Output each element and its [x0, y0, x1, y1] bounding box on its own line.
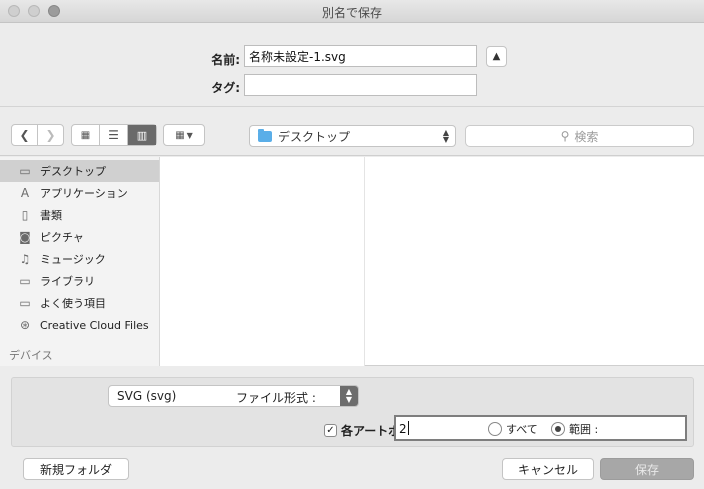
expand-dialog-button[interactable]: ▲ — [486, 46, 507, 67]
sidebar-item-documents[interactable]: ▯ 書類 — [0, 204, 159, 226]
camera-icon: ◙ — [19, 230, 31, 244]
search-placeholder: 検索 — [574, 129, 599, 144]
icon-view-button[interactable]: ▦ — [72, 125, 100, 145]
tags-input[interactable] — [244, 74, 477, 96]
location-label: デスクトップ — [278, 129, 351, 144]
new-folder-button[interactable]: 新規フォルダ — [23, 458, 129, 480]
list-view-button[interactable]: ☰ — [100, 125, 128, 145]
desktop-icon: ▭ — [19, 164, 31, 178]
cancel-button[interactable]: キャンセル — [502, 458, 594, 480]
file-format-popup[interactable]: SVG (svg) ファイル形式 : ▲ ▼ — [108, 385, 359, 407]
folder-icon — [258, 128, 272, 142]
sidebar: ▭ デスクトップ A アプリケーション ▯ 書類 ◙ ピクチャ ♫ ミュージック… — [0, 157, 160, 366]
updown-arrows-icon: ▲ ▼ — [340, 386, 358, 406]
file-format-label: ファイル形式 : — [236, 391, 316, 405]
sidebar-item-creative-cloud[interactable]: ⊛ Creative Cloud Files — [0, 314, 159, 336]
applications-icon: A — [20, 186, 30, 200]
save-as-dialog: 別名で保存 名前: ▲ タグ: ❮ ❯ ▦ ☰ ▥ — [0, 0, 704, 489]
filename-input[interactable] — [244, 45, 477, 67]
sidebar-section-devices: デバイス — [9, 349, 53, 362]
folder-icon: ▭ — [19, 274, 31, 288]
sidebar-item-favorites[interactable]: ▭ よく使う項目 — [0, 292, 159, 314]
forward-button[interactable]: ❯ — [38, 125, 63, 145]
tags-label: タグ: — [211, 81, 240, 95]
sidebar-item-label: ピクチャ — [40, 231, 84, 244]
documents-icon: ▯ — [21, 208, 29, 222]
sidebar-item-music[interactable]: ♫ ミュージック — [0, 248, 159, 270]
search-field[interactable]: ⚲ 検索 — [465, 125, 694, 147]
sidebar-item-label: 書類 — [40, 209, 62, 222]
sidebar-item-label: よく使う項目 — [40, 297, 106, 310]
name-label: 名前: — [211, 53, 240, 67]
sidebar-item-label: Creative Cloud Files — [40, 318, 149, 332]
range-input-value: 2 — [399, 422, 407, 436]
arrange-menu-button[interactable]: ▦ ▼ — [163, 124, 205, 146]
save-button[interactable]: 保存 — [600, 458, 694, 480]
view-mode-control: ▦ ☰ ▥ — [71, 124, 157, 146]
list-icon: ☰ — [108, 128, 119, 142]
browser-toolbar: ❮ ❯ ▦ ☰ ▥ ▦ ▼ デスクトップ ▲ ▼ ⚲ 検索 — [0, 108, 704, 156]
artboard-range-field[interactable]: 2 すべて 範囲 : — [394, 415, 687, 441]
column-view-button[interactable]: ▥ — [128, 125, 156, 145]
chevron-up-icon: ▲ — [492, 51, 501, 62]
radio-all-label: すべて — [506, 423, 538, 436]
back-forward-control: ❮ ❯ — [11, 124, 64, 146]
sidebar-item-label: アプリケーション — [40, 187, 128, 200]
arrange-grid-icon: ▦ — [175, 129, 185, 141]
updown-arrows-icon: ▲ ▼ — [442, 128, 449, 144]
chevron-down-icon: ▼ — [186, 130, 193, 140]
sidebar-item-library[interactable]: ▭ ライブラリ — [0, 270, 159, 292]
radio-all[interactable]: すべて — [488, 421, 538, 437]
sidebar-item-label: デスクトップ — [40, 165, 106, 178]
chevron-left-icon: ❮ — [19, 128, 30, 142]
title-bar: 別名で保存 — [0, 0, 704, 23]
icon-grid-icon: ▦ — [80, 129, 91, 141]
artboard-checkbox-label: 各アートボ — [341, 424, 401, 438]
folder-icon: ▭ — [19, 296, 31, 310]
radio-range-label: 範囲 : — [569, 423, 599, 436]
browser-column — [160, 157, 365, 366]
music-note-icon: ♫ — [19, 252, 31, 266]
back-button[interactable]: ❮ — [12, 125, 38, 145]
sidebar-item-applications[interactable]: A アプリケーション — [0, 182, 159, 204]
radio-all-button[interactable] — [488, 422, 502, 436]
sidebar-item-pictures[interactable]: ◙ ピクチャ — [0, 226, 159, 248]
creative-cloud-icon: ⊛ — [19, 318, 31, 332]
radio-range-button[interactable] — [551, 422, 565, 436]
window-title: 別名で保存 — [321, 6, 382, 20]
radio-range[interactable]: 範囲 : — [551, 421, 598, 437]
location-popup[interactable]: デスクトップ ▲ ▼ — [249, 125, 456, 147]
sidebar-item-desktop[interactable]: ▭ デスクトップ — [0, 160, 159, 182]
file-browser: ▭ デスクトップ A アプリケーション ▯ 書類 ◙ ピクチャ ♫ ミュージック… — [0, 157, 704, 366]
artboard-option: ✓ 各アートボ — [324, 422, 400, 439]
artboard-checkbox[interactable]: ✓ — [324, 424, 337, 437]
sidebar-item-label: ライブラリ — [40, 275, 95, 288]
columns-icon: ▥ — [136, 128, 148, 142]
sidebar-item-label: ミュージック — [40, 253, 106, 266]
save-options-panel: SVG (svg) ファイル形式 : ▲ ▼ ✓ 各アートボ 2 すべて 範囲 : — [11, 377, 694, 447]
filename-form: 名前: ▲ タグ: — [0, 23, 704, 107]
file-format-value: SVG (svg) — [117, 389, 177, 403]
magnifier-icon: ⚲ — [560, 129, 570, 143]
chevron-right-icon: ❯ — [45, 128, 56, 142]
